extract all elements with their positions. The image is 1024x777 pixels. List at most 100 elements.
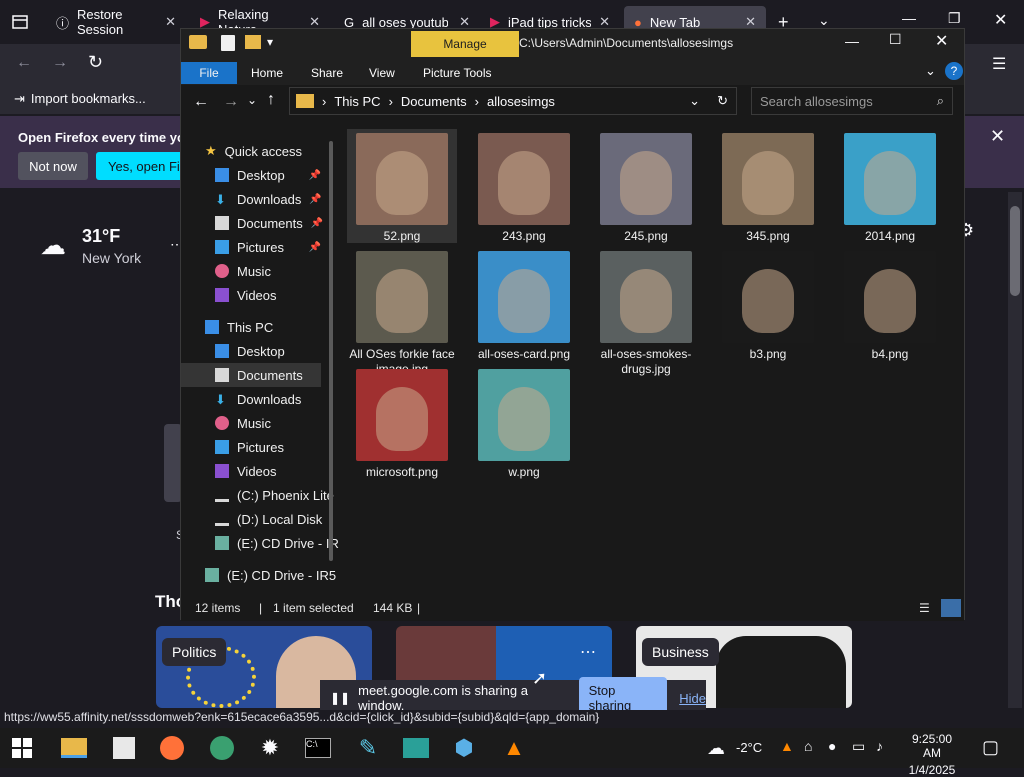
nav-quick-pictures[interactable]: Pictures 📌 [181, 235, 321, 259]
nav-scrollbar[interactable] [329, 141, 333, 561]
nav-cd-drive[interactable]: (E:) CD Drive - IR5 [181, 563, 336, 587]
taskbar-clock[interactable]: 9:25:00 AM 1/4/2025 [902, 732, 962, 777]
ribbon-tab-share[interactable]: Share [301, 62, 353, 84]
nav-quick-desktop[interactable]: Desktop 📌 [181, 163, 321, 187]
nav-quick-downloads[interactable]: ⬇ Downloads 📌 [181, 187, 322, 211]
yes-open-firefox-button[interactable]: Yes, open Fire [96, 152, 186, 180]
app2-taskbar-icon[interactable]: ✎ [352, 733, 384, 763]
file-item[interactable]: 345.png [713, 129, 823, 243]
breadcrumb-allosesimgs[interactable]: allosesimgs [487, 94, 555, 109]
file-item[interactable]: 245.png [591, 129, 701, 243]
recent-locations-chevron-icon[interactable]: ⌄ [247, 93, 257, 107]
scrollbar-thumb[interactable] [1010, 206, 1020, 296]
minimize-icon[interactable]: — [902, 10, 916, 26]
list-tabs-chevron-icon[interactable]: ⌄ [818, 12, 830, 29]
minimize-icon[interactable]: — [845, 33, 859, 49]
card-tag: Business [642, 638, 719, 666]
nav-pc-documents[interactable]: Documents [181, 363, 321, 387]
maximize-icon[interactable]: ❐ [948, 10, 961, 27]
firefox-taskbar-icon[interactable] [156, 733, 188, 763]
new-folder-icon[interactable] [245, 35, 261, 49]
nav-quick-videos[interactable]: Videos [181, 283, 321, 307]
notice-close-icon[interactable]: ✕ [990, 126, 1005, 147]
nav-quick-access[interactable]: ★ Quick access [181, 139, 321, 163]
address-bar[interactable]: › This PC › Documents › allosesimgs ⌄ ↻ [289, 87, 737, 115]
firefox-view-icon[interactable] [10, 12, 30, 32]
back-icon[interactable]: ← [193, 93, 209, 111]
app-menu-icon[interactable]: ☰ [992, 54, 1006, 74]
breadcrumb-documents[interactable]: Documents [401, 94, 467, 109]
nav-drive-e[interactable]: (E:) CD Drive - IR [181, 531, 339, 555]
vlc-taskbar-icon[interactable]: ▲ [498, 733, 530, 763]
forward-icon[interactable]: → [223, 93, 239, 111]
notifications-icon[interactable]: ▢ [982, 737, 999, 758]
close-window-icon[interactable]: ✕ [994, 10, 1007, 30]
file-item[interactable]: All OSes forkie face image.jpg [347, 247, 457, 376]
page-scrollbar[interactable] [1008, 192, 1022, 708]
store-taskbar-icon[interactable] [108, 733, 140, 763]
file-item[interactable]: all-oses-smokes-drugs.jpg [591, 247, 701, 376]
file-item[interactable]: all-oses-card.png [469, 247, 579, 361]
card-more-icon[interactable]: ⋯ [580, 642, 596, 662]
ribbon-tab-picture-tools[interactable]: Picture Tools [413, 62, 501, 84]
tab-restore-session[interactable]: ⓘ Restore Session ✕ [46, 6, 186, 38]
file-item[interactable]: 2014.png [835, 129, 945, 243]
search-box[interactable]: Search allosesimgs ⌕ [751, 87, 953, 115]
close-icon[interactable]: ✕ [165, 14, 176, 30]
properties-icon[interactable] [221, 35, 235, 51]
usb-tray-icon[interactable]: ⌂ [804, 738, 812, 754]
breadcrumb-this-pc[interactable]: This PC [334, 94, 380, 109]
reload-icon[interactable]: ↻ [88, 52, 103, 73]
large-icons-view-icon[interactable] [941, 599, 961, 617]
file-item[interactable]: microsoft.png [347, 365, 457, 479]
file-item[interactable]: b4.png [835, 247, 945, 361]
nav-pc-desktop[interactable]: Desktop [181, 339, 321, 363]
start-windows-icon[interactable] [6, 733, 38, 763]
file-item[interactable]: 52.png [347, 129, 457, 243]
search-icon[interactable]: ⌕ [937, 93, 944, 109]
app-taskbar-icon[interactable] [206, 733, 238, 763]
up-arrow-icon[interactable]: ↑ [267, 91, 275, 109]
address-dropdown-icon[interactable]: ⌄ [689, 93, 700, 109]
volume-tray-icon[interactable]: ♪ [876, 738, 883, 754]
file-item[interactable]: b3.png [713, 247, 823, 361]
nav-pc-pictures[interactable]: Pictures [181, 435, 321, 459]
ribbon-tab-home[interactable]: Home [241, 62, 293, 84]
nav-this-pc[interactable]: This PC [181, 315, 321, 339]
nav-drive-c[interactable]: (C:) Phoenix Lite [181, 483, 334, 507]
forward-icon[interactable]: → [52, 54, 68, 72]
details-view-icon[interactable]: ☰ [919, 601, 930, 615]
maximize-icon[interactable]: ☐ [889, 31, 902, 48]
not-now-button[interactable]: Not now [18, 152, 88, 180]
ribbon-tab-file[interactable]: File [181, 62, 237, 84]
file-explorer-taskbar-icon[interactable] [58, 733, 90, 763]
help-icon[interactable]: ? [945, 62, 963, 80]
nav-pc-downloads[interactable]: ⬇ Downloads [181, 387, 321, 411]
gear-app-taskbar-icon[interactable]: ✹ [254, 733, 286, 763]
explorer-statusbar: 12 items | 1 item selected 144 KB | ☰ [181, 597, 964, 621]
ribbon-expand-chevron-icon[interactable]: ⌄ [925, 63, 936, 79]
nav-pc-videos[interactable]: Videos [181, 459, 321, 483]
import-bookmarks-link[interactable]: ⇥ Import bookmarks... [14, 91, 146, 107]
music-icon [215, 264, 229, 278]
hide-link[interactable]: Hide [679, 691, 706, 706]
back-icon[interactable]: ← [16, 54, 32, 72]
weather-taskbar-icon[interactable]: ☁ [700, 733, 732, 763]
virtualbox-taskbar-icon[interactable]: ⬢ [448, 733, 480, 763]
file-item[interactable]: 243.png [469, 129, 579, 243]
nav-quick-documents[interactable]: Documents 📌 [181, 211, 323, 235]
quick-toolbar-dropdown-icon[interactable]: ▾ [267, 35, 273, 49]
close-icon[interactable]: ✕ [935, 31, 948, 51]
refresh-icon[interactable]: ↻ [717, 93, 728, 109]
terminal-taskbar-icon[interactable]: C:\ [302, 733, 334, 763]
nav-quick-music[interactable]: Music [181, 259, 321, 283]
app3-taskbar-icon[interactable] [400, 733, 432, 763]
nav-pc-music[interactable]: Music [181, 411, 321, 435]
microphone-tray-icon[interactable]: ● [828, 738, 836, 754]
network-tray-icon[interactable]: ▭ [852, 738, 865, 755]
vlc-tray-icon[interactable]: ▲ [780, 738, 794, 754]
ribbon-manage-tab[interactable]: Manage [411, 31, 519, 57]
file-item[interactable]: w.png [469, 365, 579, 479]
ribbon-tab-view[interactable]: View [359, 62, 405, 84]
nav-drive-d[interactable]: (D:) Local Disk [181, 507, 322, 531]
